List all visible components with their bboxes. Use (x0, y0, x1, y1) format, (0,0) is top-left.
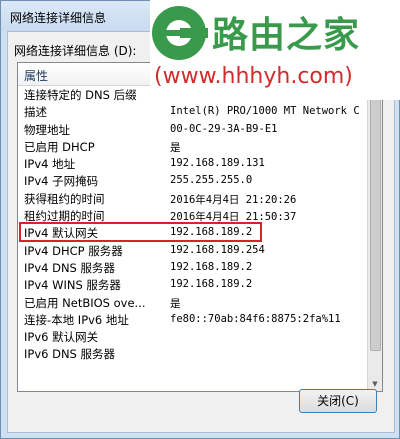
row-value: 2016年4月4日 21:20:26 (170, 193, 297, 206)
table-row[interactable]: IPv4 DHCP 服务器 192.168.189.254 (18, 242, 368, 259)
scrollbar-thumb[interactable] (370, 79, 381, 351)
row-property: IPv4 DHCP 服务器 (24, 243, 123, 258)
row-property: 描述 (24, 105, 47, 120)
row-value: Intel(R) PRO/1000 MT Network C (170, 105, 360, 118)
column-header-property[interactable]: 属性 (24, 67, 48, 84)
table-row[interactable]: IPv6 DNS 服务器 (18, 345, 368, 362)
row-property: 获得租约的时间 (24, 191, 105, 206)
table-row[interactable]: 已启用 NetBIOS ove... 是 (18, 294, 368, 311)
table-row[interactable]: IPv4 WINS 服务器 192.168.189.2 (18, 276, 368, 293)
watermark-brand: 路由之家 (212, 15, 361, 56)
table-row[interactable]: IPv6 默认网关 (18, 328, 368, 345)
site-watermark: 路由之家 (www.hhhyh.com) (150, 0, 400, 100)
row-property: 连接特定的 DNS 后缀 (24, 88, 137, 102)
row-value: 255.255.255.0 (170, 174, 253, 187)
row-value: 是 (170, 141, 181, 154)
row-property: IPv4 DNS 服务器 (24, 260, 116, 275)
table-row[interactable]: 描述 Intel(R) PRO/1000 MT Network C (18, 103, 368, 120)
row-property: 物理地址 (24, 122, 70, 137)
window-title: 网络连接详细信息 (10, 11, 107, 25)
brand-logo-icon (152, 6, 208, 60)
table-row[interactable]: IPv4 子网掩码 255.255.255.0 (18, 172, 368, 189)
table-row[interactable]: IPv4 地址 192.168.189.131 (18, 155, 368, 172)
row-value: fe80::70ab:84f6:8875:2fa%11 (170, 312, 341, 325)
row-property: 已启用 NetBIOS ove... (24, 295, 146, 310)
table-row[interactable]: IPv4 DNS 服务器 192.168.189.2 (18, 259, 368, 276)
vertical-scrollbar[interactable]: ▲ ▼ (367, 63, 382, 391)
row-property: IPv4 子网掩码 (24, 174, 99, 189)
table-row[interactable]: 获得租约的时间 2016年4月4日 21:20:26 (18, 190, 368, 207)
row-value: 是 (170, 297, 181, 310)
close-button[interactable]: 关闭(C) (299, 389, 377, 413)
row-value: 192.168.189.131 (170, 157, 265, 170)
gateway-highlight-box (19, 222, 262, 242)
table-row[interactable]: 已启用 DHCP 是 (18, 138, 368, 155)
row-property: 已启用 DHCP (24, 139, 95, 154)
row-value: 00-0C-29-3A-B9-E1 (170, 122, 278, 135)
row-property: IPv4 地址 (24, 157, 76, 172)
table-row[interactable]: 连接-本地 IPv6 地址 fe80::70ab:84f6:8875:2fa%11 (18, 311, 368, 328)
row-value: 192.168.189.254 (170, 243, 265, 256)
details-group-label: 网络连接详细信息 (D): (14, 44, 137, 58)
row-value: 192.168.189.2 (170, 260, 253, 273)
watermark-url: (www.hhhyh.com) (154, 64, 353, 89)
row-property: IPv6 DNS 服务器 (24, 347, 116, 362)
row-property: 连接-本地 IPv6 地址 (24, 312, 129, 327)
row-value: 192.168.189.2 (170, 278, 253, 291)
row-property: IPv4 WINS 服务器 (24, 278, 121, 293)
table-row[interactable]: 物理地址 00-0C-29-3A-B9-E1 (18, 121, 368, 138)
row-property: IPv6 默认网关 (24, 330, 99, 345)
